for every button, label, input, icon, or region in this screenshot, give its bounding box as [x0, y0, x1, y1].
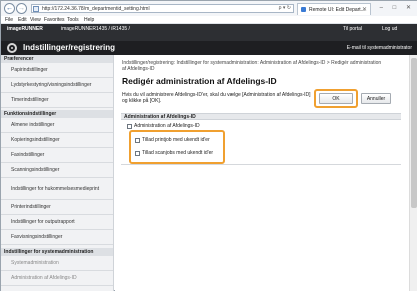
sidebar-section-system-admin: Indstillinger for systemadministration [1, 248, 113, 256]
menu-bar: File Edit View Favorites Tools Help [1, 16, 417, 24]
sidebar: Præferencer Papirindstillinger Lydstyrke… [1, 55, 114, 291]
address-bar-row: ← → http://172.24.36.78/m_departmentid_s… [1, 1, 417, 16]
department-id-checkbox[interactable] [127, 123, 132, 129]
device-header: imageRUNNER imageRUNNER1435 / iR1435 / T… [1, 24, 417, 41]
department-id-checkbox-row[interactable]: Administration af Afdelings-ID [127, 123, 200, 129]
search-refresh-icons[interactable]: ρ ▾ ↻ [279, 5, 291, 11]
page-icon [33, 6, 39, 12]
menu-view[interactable]: View [30, 17, 41, 23]
sidebar-item-department-id[interactable]: Administration af Afdelings-ID [1, 271, 113, 286]
section-divider [121, 164, 401, 165]
allow-scan-unknown-checkbox[interactable] [135, 150, 140, 156]
tab-close-icon[interactable]: ✕ [362, 6, 367, 13]
sidebar-item-fax[interactable]: Faxindstillinger [1, 148, 113, 163]
sidebar-item-common[interactable]: Almene indstillinger [1, 118, 113, 133]
sidebar-item-memory-media-print[interactable]: Indstillinger for hukommelsesmedieprint [1, 178, 113, 200]
device-model: imageRUNNER1435 / iR1435 / [61, 26, 130, 32]
instructions-text: Hvis du vil administrere Afdelings-ID'er… [122, 92, 311, 104]
forward-arrow-icon[interactable]: → [16, 3, 27, 14]
sidebar-section-functions: Funktionsindstillinger [1, 110, 113, 118]
sidebar-section-preferences: Præferencer [1, 55, 113, 63]
settings-title: Indstillinger/registrering [23, 43, 116, 52]
device-name: imageRUNNER [7, 26, 43, 32]
sidebar-item-printer[interactable]: Printerindstillinger [1, 200, 113, 215]
allow-print-unknown-label: Tillad printjob med ukendt id'er [142, 137, 210, 143]
cancel-button[interactable]: Annuller [361, 93, 391, 104]
menu-help[interactable]: Help [84, 17, 94, 23]
sidebar-item-copy[interactable]: Kopieringsindstillinger [1, 133, 113, 148]
url-text: http://172.24.36.78/m_departmentid_setti… [42, 6, 150, 12]
ok-button[interactable]: OK [319, 93, 353, 104]
gear-icon [7, 43, 17, 53]
sidebar-item-output-report[interactable]: Indstillinger for outputrapport [1, 215, 113, 230]
menu-favorites[interactable]: Favorites [44, 17, 65, 23]
allow-print-unknown-checkbox[interactable] [135, 137, 140, 143]
menu-edit[interactable]: Edit [18, 17, 27, 23]
allow-print-unknown-row[interactable]: Tillad printjob med ukendt id'er [135, 137, 210, 143]
email-admin-link[interactable]: E-mail til systemadministrator [347, 45, 412, 51]
options-highlight-outline [129, 130, 225, 164]
sidebar-item-volume-display[interactable]: Lydstyrkestyring/visningsindstillinger [1, 78, 113, 93]
sidebar-item-system-admin[interactable]: Systemadministration [1, 256, 113, 271]
tab-favicon-icon [301, 7, 306, 12]
tab-title: Remote UI: Edit Depart... [309, 7, 365, 13]
menu-tools[interactable]: Tools [67, 17, 79, 23]
browser-window: ← → http://172.24.36.78/m_departmentid_s… [0, 0, 417, 291]
settings-title-bar: Indstillinger/registrering E-mail til sy… [1, 41, 417, 55]
window-controls[interactable]: – □ ✕ [380, 4, 415, 11]
logout-link[interactable]: Log ud [382, 26, 397, 32]
breadcrumb: Indstillinger/registrering: Indstillinge… [122, 60, 382, 72]
allow-scan-unknown-label: Tillad scanjobs med ukendt id'er [142, 150, 214, 156]
sidebar-item-timer[interactable]: Timerindstillinger [1, 93, 113, 108]
sidebar-item-fax-display[interactable]: Faxvisningsindstillinger [1, 230, 113, 245]
section-header: Administration af Afdelings-ID [121, 113, 401, 120]
url-field[interactable]: http://172.24.36.78/m_departmentid_setti… [31, 4, 294, 13]
allow-scan-unknown-row[interactable]: Tillad scanjobs med ukendt id'er [135, 150, 213, 156]
sidebar-item-paper[interactable]: Papirindstillinger [1, 63, 113, 78]
browser-tab[interactable]: Remote UI: Edit Depart... ✕ [297, 3, 371, 15]
portal-link[interactable]: Til portal [343, 26, 362, 32]
page-scrollbar[interactable] [409, 55, 417, 291]
scrollbar-thumb[interactable] [411, 58, 417, 208]
page-title: Redigér administration af Afdelings-ID [122, 76, 277, 86]
main-content: Indstillinger/registrering: Indstillinge… [115, 55, 417, 291]
sidebar-item-scan[interactable]: Scanningsindstillinger [1, 163, 113, 178]
department-id-checkbox-label: Administration af Afdelings-ID [134, 123, 200, 129]
back-arrow-icon[interactable]: ← [4, 3, 15, 14]
menu-file[interactable]: File [5, 17, 13, 23]
